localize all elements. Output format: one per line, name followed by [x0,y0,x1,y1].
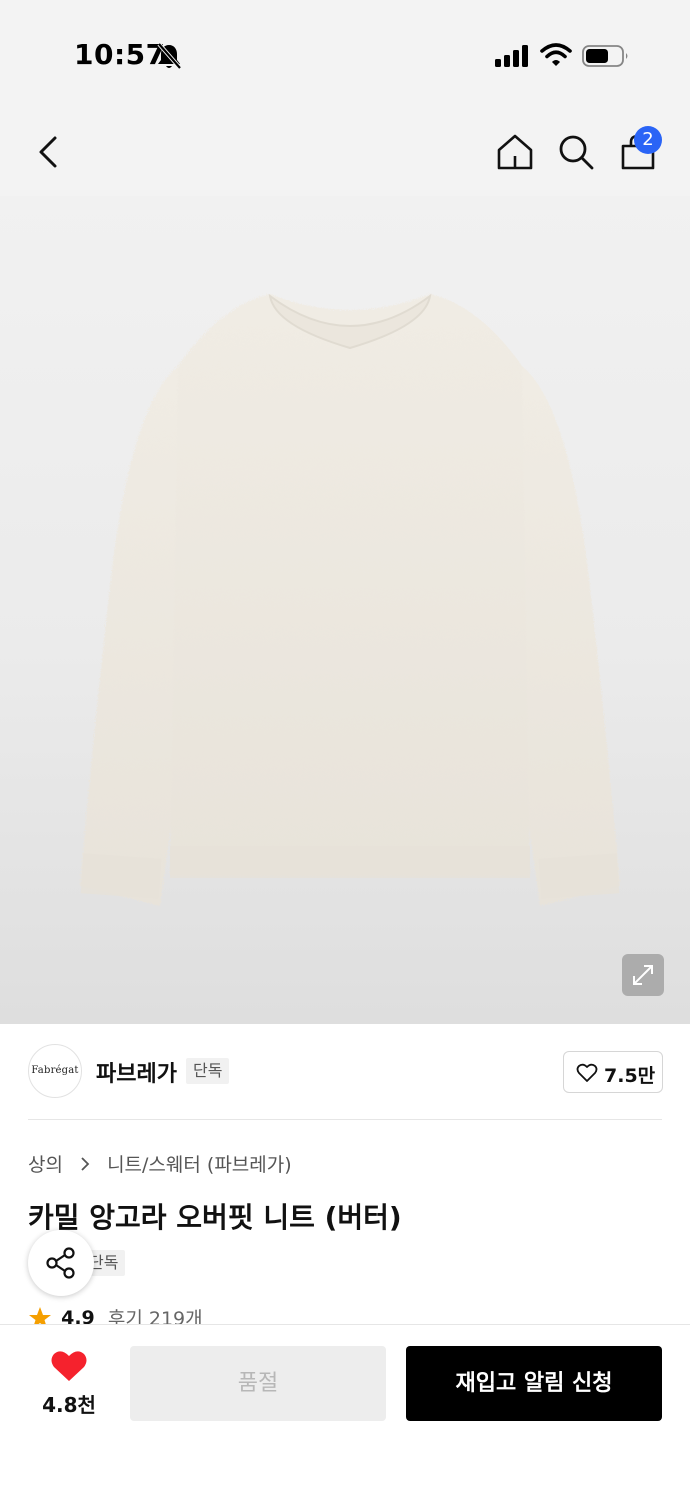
product-image[interactable] [0,196,690,1024]
back-icon[interactable] [30,132,70,172]
expand-button[interactable] [622,954,664,996]
sweater-image [80,293,620,906]
home-icon[interactable] [495,132,535,172]
signal-icon [495,45,528,67]
brand-like-button[interactable]: 7.5만 [563,1051,663,1093]
chevron-right-icon [81,1156,90,1171]
status-time: 10:57 [74,38,166,71]
wifi-icon [540,43,572,66]
brand-exclusive-tag: 단독 [186,1058,230,1084]
share-icon [46,1247,75,1279]
brand-name[interactable]: 파브레가 [96,1056,177,1088]
soldout-button[interactable]: 품절 [130,1346,386,1421]
breadcrumb-subcategory[interactable]: 니트/스웨터 (파브레가) [107,1150,292,1177]
cart-badge: 2 [634,126,662,154]
wish-count: 4.8천 [42,1393,96,1417]
breadcrumb: 상의 니트/스웨터 (파브레가) [28,1150,292,1178]
divider [28,1119,662,1120]
expand-icon [633,965,653,985]
search-icon[interactable] [556,132,596,172]
restock-alert-button[interactable]: 재입고 알림 신청 [406,1346,662,1421]
heart-outline-icon [576,1063,598,1082]
brand-logo[interactable]: Fabrégat [28,1044,82,1098]
status-bar: 10:57 [0,0,690,100]
nav-bar: 2 [0,100,690,196]
breadcrumb-category[interactable]: 상의 [28,1150,63,1177]
heart-filled-icon[interactable] [50,1349,88,1383]
battery-icon [582,45,628,67]
bell-off-icon [157,42,182,70]
share-button[interactable] [28,1230,94,1296]
product-title: 카밀 앙고라 오버핏 니트 (버터) [28,1201,402,1234]
bottom-action-bar: 4.8천 품절 재입고 알림 신청 [0,1324,690,1500]
brand-like-count: 7.5만 [604,1065,656,1087]
